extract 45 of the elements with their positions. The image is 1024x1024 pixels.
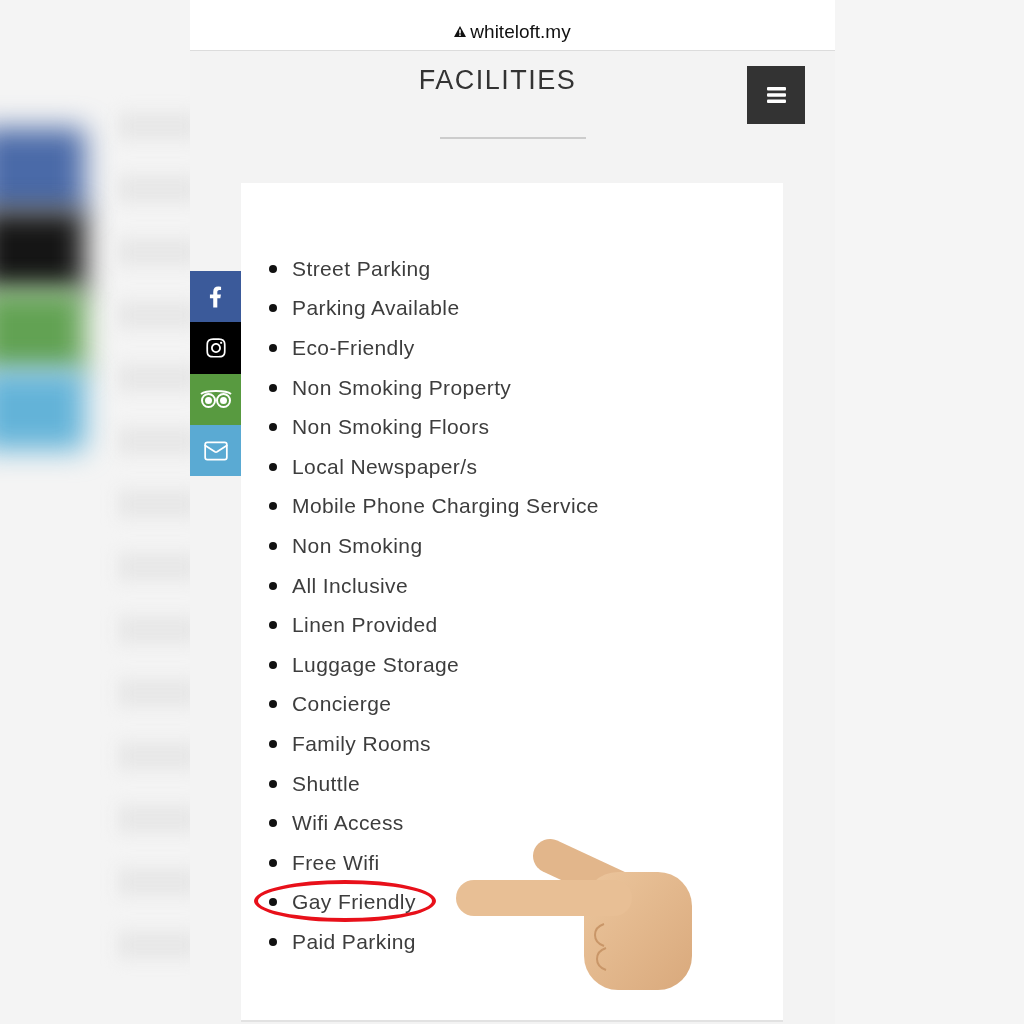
- menu-icon: [766, 87, 786, 103]
- bullet-icon: [269, 383, 277, 392]
- facility-item: Mobile Phone Charging Service: [292, 493, 599, 520]
- bullet-icon: [269, 779, 277, 788]
- facility-item: Free Wifi: [292, 849, 380, 876]
- facility-item: Shuttle: [292, 770, 361, 797]
- bullet-icon: [269, 700, 277, 709]
- bullet-icon: [269, 423, 277, 432]
- facility-item: Parking Available: [292, 295, 460, 322]
- bullet-icon: [269, 304, 277, 313]
- facility-item: Local Newspaper/s: [292, 453, 478, 480]
- facility-item: Paid Parking: [292, 928, 416, 955]
- site-address[interactable]: whiteloft.my: [470, 20, 571, 43]
- bullet-icon: [269, 739, 277, 748]
- facility-item: Eco-Friendly: [292, 335, 415, 361]
- bullet-icon: [269, 858, 277, 867]
- facility-item: Non Smoking Floors: [292, 414, 490, 441]
- menu-button[interactable]: [747, 66, 805, 124]
- facility-item: Gay Friendly: [292, 889, 416, 916]
- facility-item: Non Smoking: [292, 532, 423, 559]
- bullet-icon: [269, 581, 277, 590]
- facility-item: Linen Provided: [292, 612, 438, 639]
- facility-item: Wifi Access: [292, 810, 404, 837]
- bullet-icon: [269, 819, 277, 828]
- bullet-icon: [269, 344, 277, 352]
- facility-item: Luggage Storage: [292, 651, 460, 678]
- bullet-icon: [269, 462, 277, 471]
- bullet-icon: [269, 621, 277, 630]
- bullet-icon: [269, 898, 277, 907]
- facility-item: Family Rooms: [292, 730, 431, 757]
- bullet-icon: [269, 541, 277, 550]
- facility-item: Street Parking: [292, 255, 431, 282]
- facility-item: Non Smoking Property: [292, 374, 512, 401]
- facebook-icon: [209, 285, 222, 308]
- owl-eyes-icon: [199, 390, 232, 409]
- instagram-icon: [204, 336, 227, 359]
- bullet-icon: [269, 937, 277, 946]
- bullet-icon: [269, 502, 277, 511]
- bullet-icon: [269, 264, 277, 273]
- facility-item: Concierge: [292, 691, 392, 718]
- page-title: FACILITIES: [418, 66, 577, 94]
- social-button[interactable]: [190, 271, 241, 323]
- bullet-icon: [269, 660, 277, 669]
- facility-item: All Inclusive: [292, 572, 409, 599]
- social-button[interactable]: [190, 322, 241, 374]
